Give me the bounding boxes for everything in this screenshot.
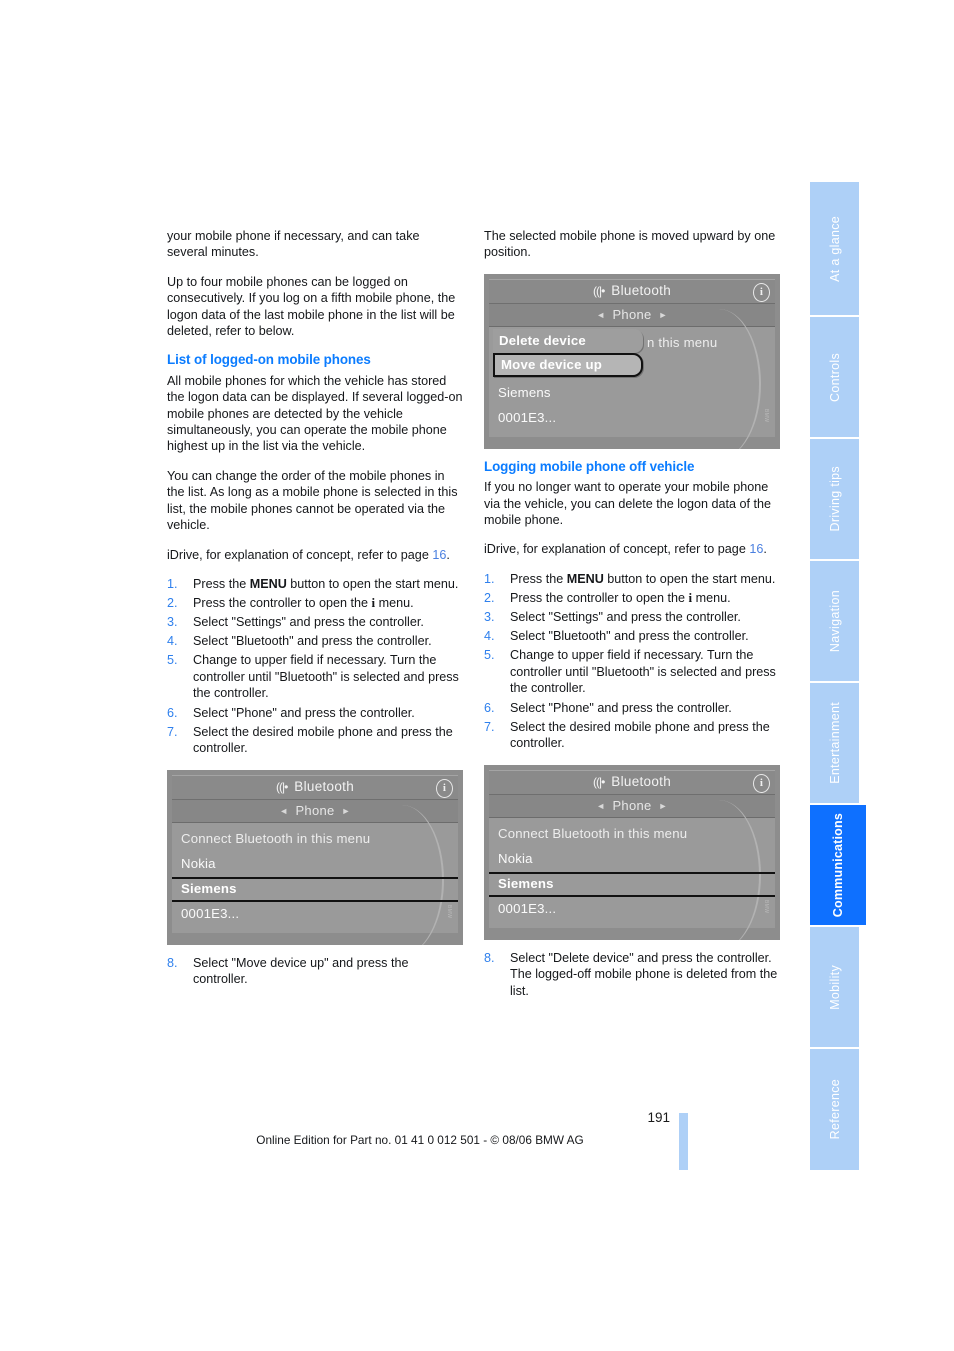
manual-page: At a glance Controls Driving tips Naviga… — [0, 0, 954, 1351]
context-menu-item-move-device-up[interactable]: Move device up — [493, 352, 643, 377]
device-label: Nokia — [498, 851, 533, 867]
device-label: Siemens — [498, 876, 554, 892]
device-label: n this menu — [647, 335, 718, 351]
footer-edition-line: Online Edition for Part no. 01 41 0 012 … — [256, 1133, 584, 1147]
list-item[interactable]: 0001E3... — [489, 897, 775, 922]
footer-accent-bar — [679, 1113, 688, 1170]
list-item[interactable]: 0001E3... — [489, 406, 775, 431]
list-item[interactable]: Nokia — [489, 847, 775, 872]
list-item[interactable]: Connect Bluetooth in this menu — [172, 827, 458, 852]
device-label: 0001E3... — [498, 410, 557, 426]
device-label: 0001E3... — [498, 901, 557, 917]
list-item-selected[interactable]: Siemens — [172, 876, 458, 902]
context-menu-item-delete-device[interactable]: Delete device — [493, 328, 643, 353]
page-footer: 191 Online Edition for Part no. 01 41 0 … — [0, 0, 954, 1351]
screenshot-device-list: Connect Bluetooth in this menu Nokia Sie… — [489, 799, 775, 940]
device-label: Connect Bluetooth in this menu — [498, 826, 688, 842]
list-item[interactable]: Nokia — [172, 852, 458, 877]
device-label: 0001E3... — [181, 906, 240, 922]
screenshot-device-list: Connect Bluetooth in this menu Nokia Sie… — [172, 804, 458, 945]
device-label: Connect Bluetooth in this menu — [181, 831, 371, 847]
context-menu-label: Move device up — [501, 356, 603, 372]
context-menu-label: Delete device — [499, 332, 586, 348]
list-item[interactable]: Connect Bluetooth in this menu — [489, 822, 775, 847]
list-item[interactable]: 0001E3... — [172, 902, 458, 927]
device-label: Nokia — [181, 856, 216, 872]
context-menu-popup: Delete device Move device up — [493, 328, 643, 377]
list-item[interactable]: Siemens — [489, 381, 775, 406]
page-number: 191 — [647, 1110, 670, 1125]
screenshot-device-list: Delete device Move device up n this menu… — [489, 308, 775, 449]
list-item-selected[interactable]: Siemens — [489, 871, 775, 897]
device-label: Siemens — [498, 385, 551, 401]
device-label: Siemens — [181, 881, 237, 897]
